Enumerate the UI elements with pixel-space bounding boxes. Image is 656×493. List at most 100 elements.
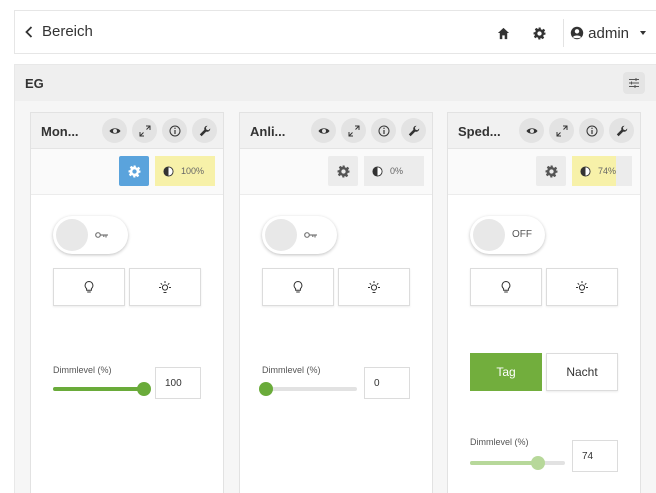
slider-fill xyxy=(470,461,539,465)
light-on-button[interactable] xyxy=(262,268,334,306)
toggle-knob xyxy=(265,219,297,251)
expand-button[interactable] xyxy=(341,118,366,143)
settings-tool-button[interactable] xyxy=(609,118,634,143)
dimm-input[interactable]: 74 xyxy=(572,440,618,472)
dimm-slider[interactable] xyxy=(259,382,357,396)
wrench-icon xyxy=(199,125,210,136)
card-title[interactable]: Mon... xyxy=(41,124,79,139)
visibility-button[interactable] xyxy=(519,118,544,143)
expand-icon xyxy=(348,125,359,136)
filter-button[interactable] xyxy=(623,72,645,94)
dimm-label: Dimmlevel (%) xyxy=(53,365,112,375)
user-name: admin xyxy=(588,24,629,42)
info-button[interactable] xyxy=(162,118,187,143)
info-icon xyxy=(586,125,597,136)
dimm-input[interactable]: 0 xyxy=(364,367,410,399)
dimm-label: Dimmlevel (%) xyxy=(262,365,321,375)
day-mode-button[interactable]: Tag xyxy=(470,353,542,391)
card-actions xyxy=(311,118,426,143)
toggle-knob xyxy=(473,219,505,251)
settings-tool-button[interactable] xyxy=(401,118,426,143)
info-icon xyxy=(169,125,180,136)
brightness-adjust-button[interactable] xyxy=(129,268,201,306)
night-mode-button[interactable]: Nacht xyxy=(546,353,618,391)
expand-button[interactable] xyxy=(132,118,157,143)
sliders-icon xyxy=(629,78,639,88)
gear-icon xyxy=(545,165,557,177)
chevron-left-icon xyxy=(25,25,33,38)
sun-icon xyxy=(368,281,380,293)
brightness-status[interactable]: 74% xyxy=(572,156,632,186)
expand-button[interactable] xyxy=(549,118,574,143)
gear-icon xyxy=(337,165,349,177)
dimm-slider[interactable] xyxy=(470,456,565,470)
status-bar: 74% xyxy=(448,149,640,195)
user-circle-icon xyxy=(570,26,584,40)
home-icon xyxy=(497,27,509,39)
info-button[interactable] xyxy=(579,118,604,143)
device-card-1: Mon... 100% Dimmlevel (%) 100 xyxy=(30,112,224,493)
dimm-slider[interactable] xyxy=(53,382,151,396)
toggle-knob xyxy=(56,219,88,251)
user-menu[interactable]: admin xyxy=(570,25,646,42)
back-button[interactable]: Bereich xyxy=(25,23,93,40)
top-bar: Bereich admin xyxy=(14,10,656,54)
sun-icon xyxy=(159,281,171,293)
room-section: EG Mon... 100% Dimmlevel (%) 100 Anli...… xyxy=(14,64,656,493)
toggle-state-text: OFF xyxy=(512,229,532,240)
info-icon xyxy=(378,125,389,136)
dimm-input[interactable]: 100 xyxy=(155,367,201,399)
card-title[interactable]: Anli... xyxy=(250,124,285,139)
chevron-down-icon xyxy=(640,31,646,35)
card-header: Mon... xyxy=(31,113,223,149)
visibility-button[interactable] xyxy=(311,118,336,143)
card-actions xyxy=(102,118,217,143)
brightness-value: 74% xyxy=(598,166,617,176)
bulb-icon xyxy=(84,280,94,293)
gear-icon xyxy=(128,165,140,177)
wrench-icon xyxy=(616,125,627,136)
card-header: Sped... xyxy=(448,113,640,149)
brightness-status[interactable]: 100% xyxy=(155,156,215,186)
gear-icon xyxy=(533,27,546,39)
slider-thumb[interactable] xyxy=(531,456,546,470)
brightness-adjust-button[interactable] xyxy=(338,268,410,306)
card-title[interactable]: Sped... xyxy=(458,124,501,139)
visibility-button[interactable] xyxy=(102,118,127,143)
light-on-button[interactable] xyxy=(53,268,125,306)
status-bar: 0% xyxy=(240,149,432,195)
slider-thumb[interactable] xyxy=(259,382,273,396)
key-icon xyxy=(304,232,317,238)
expand-icon xyxy=(556,125,567,136)
power-toggle[interactable] xyxy=(262,216,337,254)
power-toggle[interactable]: OFF xyxy=(470,216,545,254)
contrast-icon xyxy=(163,165,174,177)
brightness-status[interactable]: 0% xyxy=(364,156,424,186)
settings-button[interactable] xyxy=(521,21,557,45)
section-title: EG xyxy=(25,76,44,91)
home-button[interactable] xyxy=(485,21,521,45)
auto-mode-button[interactable] xyxy=(536,156,566,186)
brightness-adjust-button[interactable] xyxy=(546,268,618,306)
toolbar-divider xyxy=(563,19,565,47)
brightness-value: 100% xyxy=(181,166,205,176)
card-header: Anli... xyxy=(240,113,432,149)
sun-icon xyxy=(576,281,588,293)
auto-mode-button[interactable] xyxy=(328,156,358,186)
key-icon xyxy=(95,232,108,238)
eye-icon xyxy=(526,127,537,134)
power-toggle[interactable] xyxy=(53,216,128,254)
card-actions xyxy=(519,118,634,143)
back-label: Bereich xyxy=(42,23,93,40)
settings-tool-button[interactable] xyxy=(192,118,217,143)
slider-track xyxy=(262,387,357,391)
auto-mode-button[interactable] xyxy=(119,156,149,186)
light-on-button[interactable] xyxy=(470,268,542,306)
device-card-2: Anli... 0% Dimmlevel (%) 0 xyxy=(239,112,433,493)
top-actions: admin xyxy=(485,19,646,47)
contrast-icon xyxy=(580,165,591,177)
bulb-icon xyxy=(501,280,511,293)
slider-thumb[interactable] xyxy=(137,382,151,396)
info-button[interactable] xyxy=(371,118,396,143)
contrast-icon xyxy=(372,165,383,177)
